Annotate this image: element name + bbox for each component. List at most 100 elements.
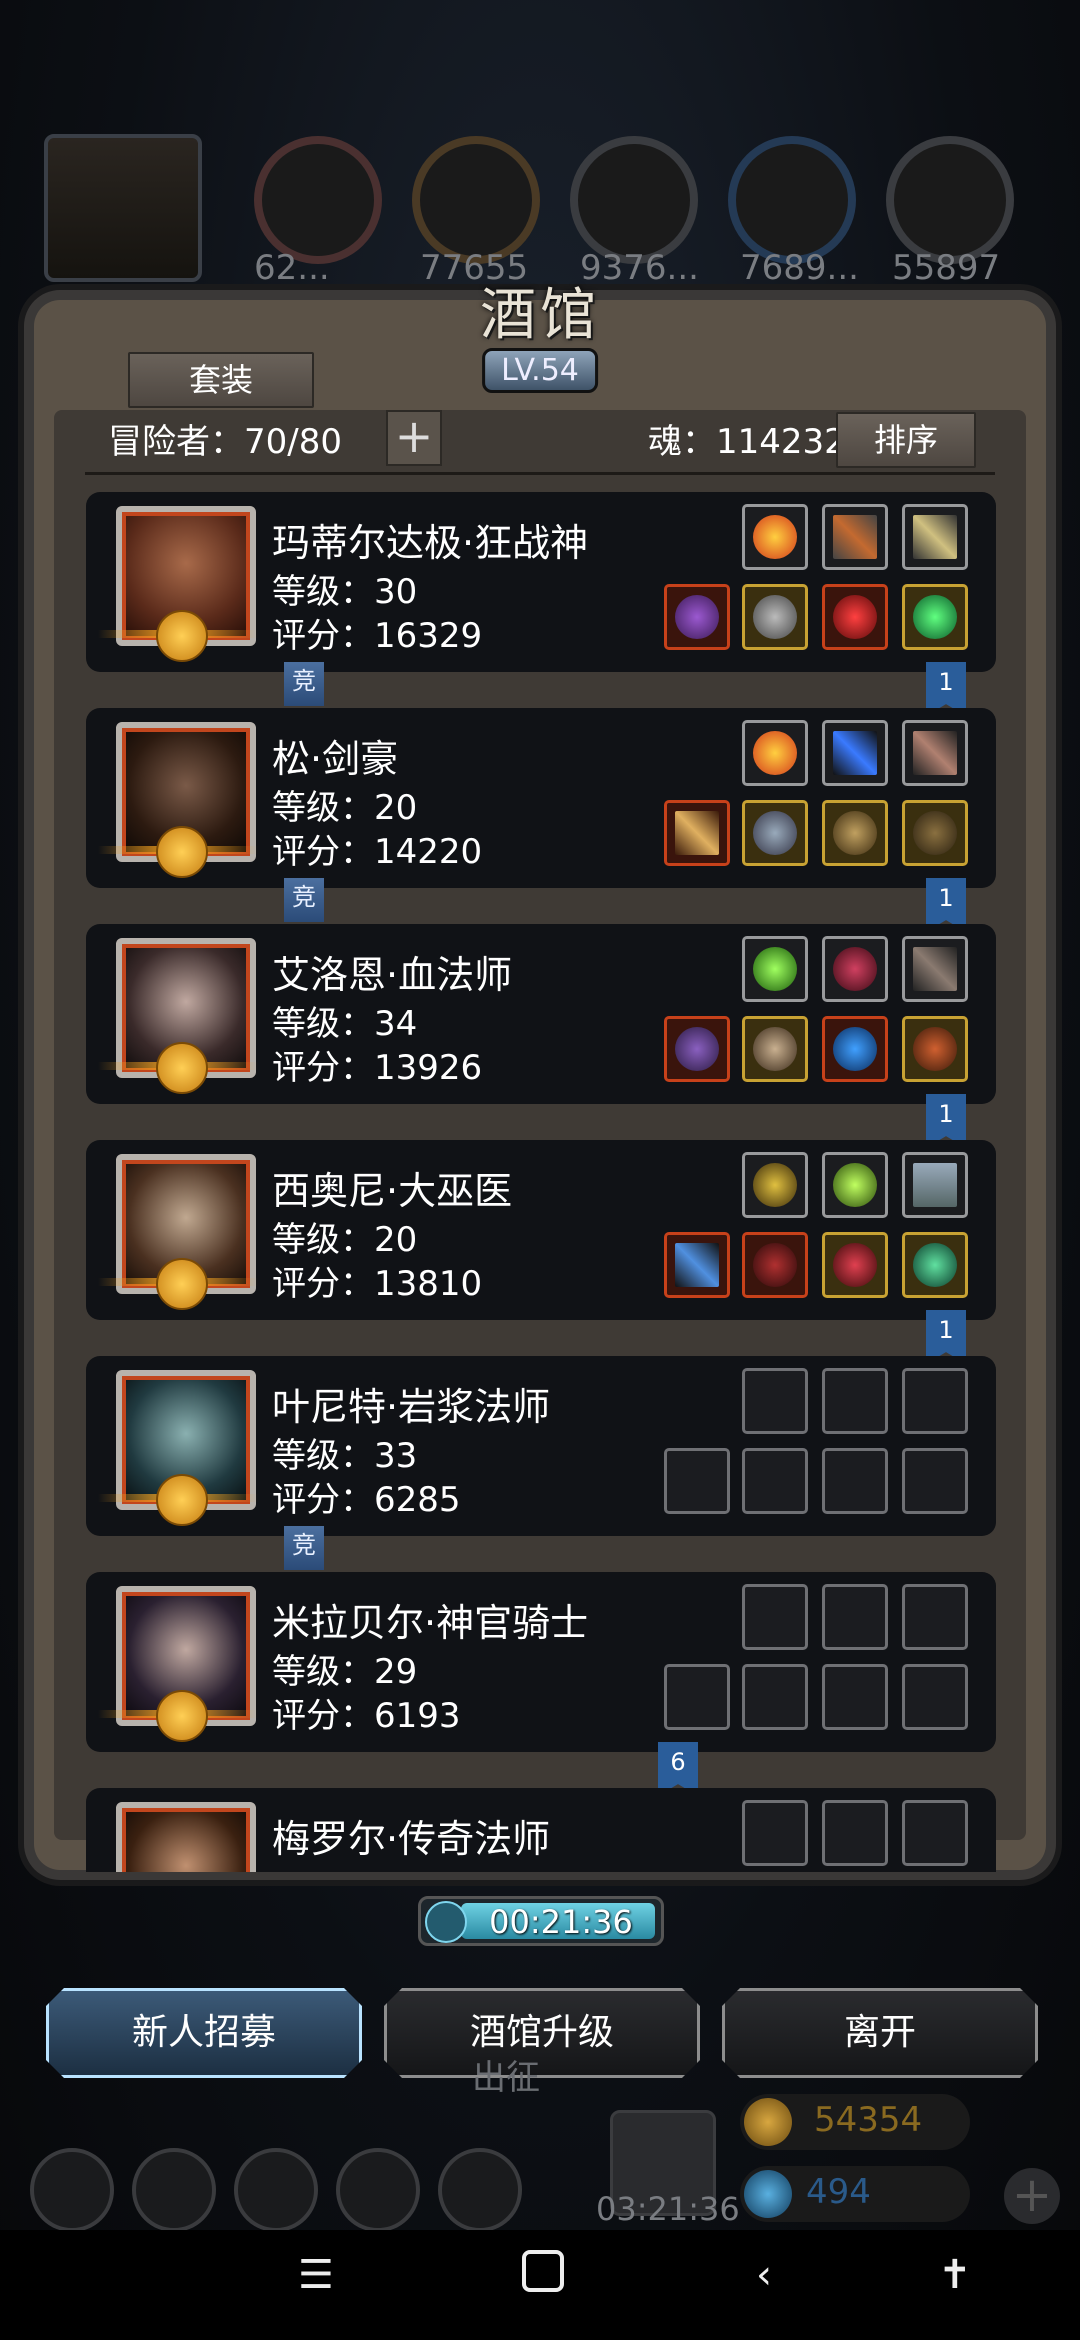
- soul-count: 魂：114232: [648, 422, 846, 462]
- hero-card[interactable]: 艾洛恩·血法师 等级：34 评分：13926: [86, 924, 996, 1104]
- sort-button[interactable]: 排序: [836, 412, 976, 468]
- resource-value-1: 62...: [254, 248, 330, 288]
- equip-helmet-icon[interactable]: [822, 800, 888, 866]
- empty-ring-slot-icon[interactable]: [822, 1448, 888, 1514]
- rank-crest-icon: [156, 1474, 208, 1526]
- hero-card[interactable]: 玛蒂尔达极·狂战神 等级：30 评分：16329: [86, 492, 996, 672]
- skill-card-icon[interactable]: [902, 1152, 968, 1218]
- mail-icon[interactable]: [336, 2148, 420, 2232]
- empty-skill-slot-icon[interactable]: [902, 1800, 968, 1866]
- equip-armor-icon[interactable]: [742, 800, 808, 866]
- gem-icon: [744, 2170, 792, 2218]
- equip-wand-icon[interactable]: [664, 1232, 730, 1298]
- leave-button[interactable]: 离开: [722, 1988, 1038, 2078]
- skill-fire-icon[interactable]: [742, 504, 808, 570]
- skill-blood-drop-icon[interactable]: [822, 936, 888, 1002]
- empty-skill-slot-icon[interactable]: [822, 1584, 888, 1650]
- equip-lantern-icon[interactable]: [902, 1016, 968, 1082]
- skill-feather-icon[interactable]: [902, 720, 968, 786]
- accessibility-icon[interactable]: ✝: [938, 2252, 972, 2298]
- empty-ring-slot-icon[interactable]: [822, 1664, 888, 1730]
- gem-value: 494: [806, 2172, 871, 2212]
- empty-skill-slot-icon[interactable]: [742, 1368, 808, 1434]
- empty-skill-slot-icon[interactable]: [902, 1584, 968, 1650]
- skill-blade-icon[interactable]: [902, 504, 968, 570]
- hero-card[interactable]: 梅罗尔·传奇法师: [86, 1788, 996, 1872]
- skill-mask-icon[interactable]: [742, 1152, 808, 1218]
- hero-avatar: [116, 1802, 256, 1872]
- upgrade-tavern-button[interactable]: 酒馆升级: [384, 1988, 700, 2078]
- equip-staff-icon[interactable]: [664, 584, 730, 650]
- empty-armor-slot-icon[interactable]: [742, 1664, 808, 1730]
- rank-crest-icon: [156, 826, 208, 878]
- hero-card[interactable]: 西奥尼·大巫医 等级：20 评分：13810: [86, 1140, 996, 1320]
- empty-skill-slot-icon[interactable]: [902, 1368, 968, 1434]
- recent-apps-icon[interactable]: ☰: [298, 2252, 334, 2298]
- gold-bar: 54354: [740, 2094, 970, 2150]
- expedition-label: 出征: [472, 2058, 540, 2098]
- equip-ring-icon[interactable]: [902, 800, 968, 866]
- hero-level: 等级：33: [272, 1436, 418, 1476]
- hero-score: 评分：6285: [272, 1480, 461, 1520]
- set-button[interactable]: 套装: [128, 352, 314, 408]
- equip-gem-icon[interactable]: [902, 584, 968, 650]
- skill-lantern-icon[interactable]: [822, 1152, 888, 1218]
- add-gems-button[interactable]: +: [1004, 2168, 1060, 2224]
- player-portrait[interactable]: [44, 134, 202, 282]
- empty-ring-slot-icon[interactable]: [902, 1448, 968, 1514]
- back-icon[interactable]: ‹: [756, 2252, 772, 2298]
- resource-iron-icon[interactable]: [570, 136, 698, 264]
- gift-timer: 03:21:36: [596, 2190, 740, 2228]
- castle-icon[interactable]: [234, 2148, 318, 2232]
- achievement-icon[interactable]: [132, 2148, 216, 2232]
- hero-list[interactable]: 玛蒂尔达极·狂战神 等级：30 评分：16329 竞 1 松·剑豪 等级：20 …: [86, 492, 996, 1872]
- equip-amulet-icon[interactable]: [822, 584, 888, 650]
- header-divider: [85, 472, 995, 475]
- equip-heart-icon[interactable]: [822, 1232, 888, 1298]
- home-icon[interactable]: [522, 2250, 564, 2292]
- resource-wood-icon[interactable]: [412, 136, 540, 264]
- empty-armor-slot-icon[interactable]: [742, 1448, 808, 1514]
- skill-branch-icon[interactable]: [902, 936, 968, 1002]
- equip-ring-icon[interactable]: [902, 1232, 968, 1298]
- shop-icon[interactable]: [438, 2148, 522, 2232]
- hero-name: 米拉贝尔·神官骑士: [272, 1601, 589, 1645]
- equip-armor-icon[interactable]: [742, 584, 808, 650]
- empty-skill-slot-icon[interactable]: [742, 1800, 808, 1866]
- rank-crest-icon: [156, 1042, 208, 1094]
- recruit-button[interactable]: 新人招募: [46, 1988, 362, 2078]
- hero-score: 评分：13926: [272, 1048, 483, 1088]
- resource-meat-icon[interactable]: [254, 136, 382, 264]
- empty-ring-slot-icon[interactable]: [902, 1664, 968, 1730]
- skill-spear-icon[interactable]: [822, 504, 888, 570]
- skill-fire-icon[interactable]: [742, 720, 808, 786]
- equip-amulet-icon[interactable]: [822, 1016, 888, 1082]
- empty-skill-slot-icon[interactable]: [822, 1368, 888, 1434]
- timer-text: 00:21:36: [489, 1903, 633, 1941]
- settings-icon[interactable]: [30, 2148, 114, 2232]
- hero-card[interactable]: 米拉贝尔·神官骑士 等级：29 评分：6193: [86, 1572, 996, 1752]
- add-adventurer-button[interactable]: +: [386, 410, 442, 466]
- empty-skill-slot-icon[interactable]: [822, 1800, 888, 1866]
- resource-row: 62... 77655 9376... 7689... 55897: [40, 130, 1040, 288]
- equip-cloak-icon[interactable]: [742, 1232, 808, 1298]
- equip-armor-icon[interactable]: [742, 1016, 808, 1082]
- resource-stone-icon[interactable]: [886, 136, 1014, 264]
- hero-name: 玛蒂尔达极·狂战神: [272, 521, 589, 565]
- hero-score: 评分：13810: [272, 1264, 483, 1304]
- empty-weapon-slot-icon[interactable]: [664, 1664, 730, 1730]
- equip-staff-icon[interactable]: [664, 1016, 730, 1082]
- resource-crystal-icon[interactable]: [728, 136, 856, 264]
- skill-green-crystal-icon[interactable]: [742, 936, 808, 1002]
- arena-tag: 竞: [284, 662, 324, 706]
- resource-value-5: 55897: [892, 248, 1001, 288]
- skill-blue-blade-icon[interactable]: [822, 720, 888, 786]
- arena-tag: 竞: [284, 878, 324, 922]
- resource-value-4: 7689...: [740, 248, 859, 288]
- empty-weapon-slot-icon[interactable]: [664, 1448, 730, 1514]
- equip-sword-icon[interactable]: [664, 800, 730, 866]
- empty-skill-slot-icon[interactable]: [742, 1584, 808, 1650]
- adventurer-count: 冒险者：70/80: [108, 422, 342, 462]
- hero-card[interactable]: 松·剑豪 等级：20 评分：14220: [86, 708, 996, 888]
- hero-card[interactable]: 叶尼特·岩浆法师 等级：33 评分：6285: [86, 1356, 996, 1536]
